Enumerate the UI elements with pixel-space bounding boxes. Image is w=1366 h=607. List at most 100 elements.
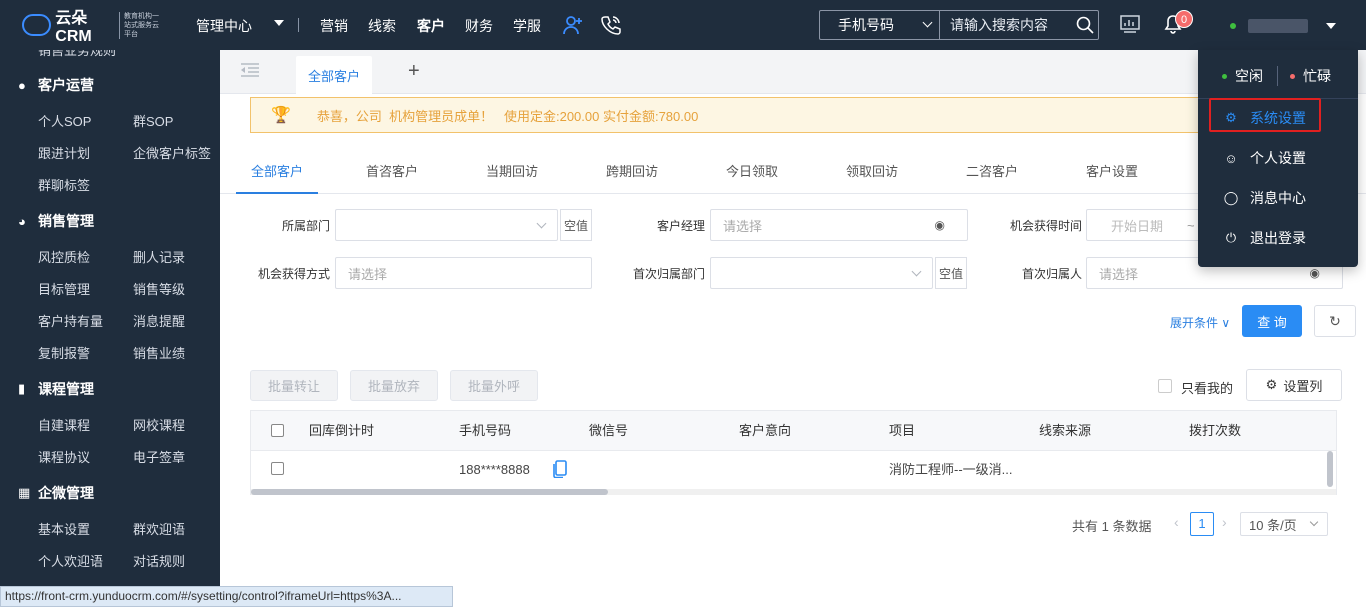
add-tab-button[interactable]: + <box>408 60 420 83</box>
first-dept-select[interactable] <box>710 257 933 289</box>
sidebar-item-group-sop[interactable]: 群SOP <box>133 111 173 130</box>
horizontal-scrollbar-thumb[interactable] <box>251 489 608 495</box>
sidebar-item-customer-holding[interactable]: 客户持有量 <box>38 311 103 330</box>
expand-conditions-link[interactable]: 展开条件 ∨ <box>1170 314 1230 331</box>
batch-call-button[interactable]: 批量外呼 <box>450 370 538 401</box>
sidebar-item-personal-welcome[interactable]: 个人欢迎语 <box>38 551 103 570</box>
next-page-icon[interactable]: › <box>1222 514 1227 530</box>
sidebar-group-sales[interactable]: ◕ 销售管理 <box>18 211 94 231</box>
sidebar-item-goal-mgmt[interactable]: 目标管理 <box>38 279 90 298</box>
copy-icon[interactable] <box>553 460 567 478</box>
row-checkbox[interactable] <box>271 462 284 475</box>
banner-text: 恭喜，公司 机构管理员成单！ 使用定金:200.00 实付金额:780.00 <box>316 108 699 124</box>
collapse-menu-icon[interactable] <box>240 62 260 78</box>
select-all-checkbox[interactable] <box>271 424 284 437</box>
sidebar-item-risk-qc[interactable]: 风控质检 <box>38 247 90 266</box>
menu-label: 个人设置 <box>1250 150 1306 166</box>
subtab-all[interactable]: 全部客户 <box>236 154 318 194</box>
th-lead-source[interactable]: 线索来源 <box>1039 411 1091 451</box>
tab-all-customers[interactable]: 全部客户 <box>296 56 372 94</box>
sidebar-item-follow-plan[interactable]: 跟进计划 <box>38 143 90 162</box>
sidebar-item-basic-settings[interactable]: 基本设置 <box>38 519 90 538</box>
nav-customers[interactable]: 客户 <box>417 16 445 36</box>
column-settings-button[interactable]: ⚙ 设置列 <box>1246 369 1342 401</box>
first-dept-clear-button[interactable]: 空值 <box>935 257 967 289</box>
logo[interactable]: 云朵CRM 教育机构一站式服务云平台 <box>22 10 162 45</box>
sidebar: 销售业务规则 ● 客户运营 个人SOP 群SOP 跟进计划 企微客户标签 群聊标… <box>0 50 220 607</box>
batch-transfer-button[interactable]: 批量转让 <box>250 370 338 401</box>
dept-select[interactable] <box>335 209 558 241</box>
sidebar-item-online-course[interactable]: 网校课程 <box>133 415 185 434</box>
eye-off-icon[interactable]: ◉ <box>935 218 945 232</box>
dept-clear-button[interactable]: 空值 <box>560 209 592 241</box>
query-button[interactable]: 查 询 <box>1242 305 1302 337</box>
manager-label: 客户经理 <box>656 219 705 233</box>
th-intent[interactable]: 客户意向 <box>739 411 791 451</box>
sidebar-item-wecom-tags[interactable]: 企微客户标签 <box>133 143 211 162</box>
subtab-claim-revisit[interactable]: 领取回访 <box>846 154 898 194</box>
busy-dot-icon <box>1290 73 1295 79</box>
subtab-today-claim[interactable]: 今日领取 <box>726 154 778 194</box>
sidebar-group-courses[interactable]: ▮ 课程管理 <box>18 379 94 399</box>
only-mine-checkbox[interactable] <box>1158 379 1172 393</box>
caret-down-icon[interactable] <box>274 20 284 26</box>
status-idle[interactable]: 空闲 <box>1222 66 1263 86</box>
idle-dot-icon <box>1222 73 1227 79</box>
nav-leads[interactable]: 线索 <box>368 16 396 36</box>
nav-management-center[interactable]: 管理中心 <box>196 16 252 36</box>
table-row[interactable] <box>251 451 1336 489</box>
subtab-cross-revisit[interactable]: 跨期回访 <box>606 154 658 194</box>
subtab-current-revisit[interactable]: 当期回访 <box>486 154 538 194</box>
user-menu-caret-icon[interactable] <box>1326 23 1336 29</box>
page-size-select[interactable]: 10 条/页 <box>1240 512 1328 536</box>
nav-finance[interactable]: 财务 <box>465 16 493 36</box>
sidebar-item-personal-sop[interactable]: 个人SOP <box>38 111 91 130</box>
first-owner-placeholder: 请选择 <box>1099 266 1139 282</box>
dashboard-icon[interactable] <box>1120 15 1140 33</box>
sidebar-item-copy-alert[interactable]: 复制报警 <box>38 343 90 362</box>
sidebar-item-e-signature[interactable]: 电子签章 <box>133 447 185 466</box>
sidebar-item-sales-level[interactable]: 销售等级 <box>133 279 185 298</box>
subtab-first-consult[interactable]: 首咨客户 <box>366 154 418 194</box>
prev-page-icon[interactable]: ‹ <box>1174 514 1179 530</box>
phone-call-icon[interactable] <box>600 14 622 36</box>
th-phone[interactable]: 手机号码 <box>459 411 511 451</box>
vertical-scrollbar-thumb[interactable] <box>1327 451 1333 487</box>
sidebar-item-group-chat-tags[interactable]: 群聊标签 <box>38 175 90 194</box>
search-input[interactable] <box>950 17 1070 33</box>
sidebar-item-chat-rules[interactable]: 对话规则 <box>133 551 185 570</box>
subtab-customer-settings[interactable]: 客户设置 <box>1086 154 1138 194</box>
opp-method-select[interactable]: 请选择 <box>335 257 592 289</box>
refresh-icon[interactable]: ↻ <box>1314 305 1356 337</box>
eye-off-icon[interactable]: ◉ <box>1310 266 1320 280</box>
menu-item-message-center[interactable]: ◯ 消息中心 <box>1198 178 1358 218</box>
manager-select[interactable]: 请选择 ◉ <box>710 209 968 241</box>
opp-time-label: 机会获得时间 <box>1009 219 1082 233</box>
gear-icon: ⚙ <box>1265 377 1278 392</box>
add-user-icon[interactable] <box>562 14 584 36</box>
menu-item-personal-settings[interactable]: ☺ 个人设置 <box>1198 138 1358 178</box>
subtab-second-consult[interactable]: 二咨客户 <box>966 154 1018 194</box>
sidebar-item-course-agreement[interactable]: 课程协议 <box>38 447 90 466</box>
sidebar-item-own-course[interactable]: 自建课程 <box>38 415 90 434</box>
sidebar-group-customer-ops[interactable]: ● 客户运营 <box>18 75 94 95</box>
menu-item-logout[interactable]: ⏻ 退出登录 <box>1198 218 1358 258</box>
th-call-count[interactable]: 拨打次数 <box>1189 411 1241 451</box>
nav-student-service[interactable]: 学服 <box>513 16 541 36</box>
batch-abandon-button[interactable]: 批量放弃 <box>350 370 438 401</box>
sidebar-group-wecom[interactable]: ▦ 企微管理 <box>18 483 94 503</box>
th-project[interactable]: 项目 <box>889 411 915 451</box>
search-icon[interactable] <box>1076 16 1094 34</box>
th-return-countdown[interactable]: 回库倒计时 <box>309 411 374 451</box>
user-name-redacted[interactable] <box>1248 19 1308 33</box>
row-phone: 188****8888 <box>459 462 530 477</box>
page-1[interactable]: 1 <box>1190 512 1214 536</box>
nav-marketing[interactable]: 营销 <box>320 16 348 36</box>
sidebar-item-sales-perf[interactable]: 销售业绩 <box>133 343 185 362</box>
sidebar-item-delete-log[interactable]: 删人记录 <box>133 247 185 266</box>
search-type-select[interactable]: 手机号码 <box>820 11 940 39</box>
sidebar-item-group-welcome[interactable]: 群欢迎语 <box>133 519 185 538</box>
sidebar-item-msg-reminder[interactable]: 消息提醒 <box>133 311 185 330</box>
th-wechat[interactable]: 微信号 <box>589 411 628 451</box>
status-busy[interactable]: 忙碌 <box>1290 66 1331 86</box>
